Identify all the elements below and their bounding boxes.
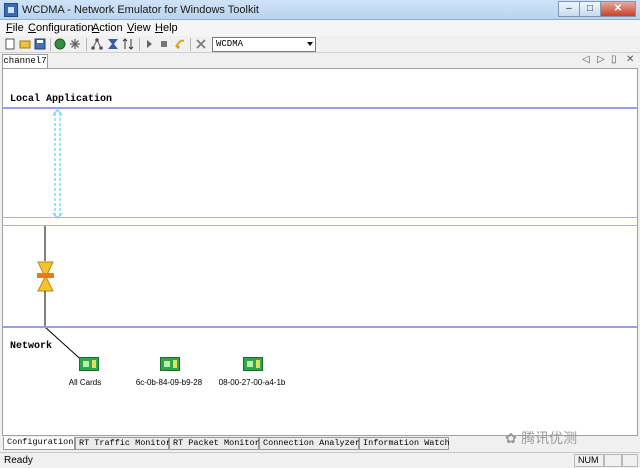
- tab-configuration[interactable]: Configuration: [3, 437, 75, 450]
- dropdown-value: WCDMA: [216, 39, 244, 49]
- close-icon[interactable]: [195, 38, 207, 50]
- open-icon[interactable]: [19, 38, 31, 50]
- menu-view[interactable]: View: [127, 22, 151, 34]
- network-card-icon[interactable]: [79, 357, 99, 371]
- save-icon[interactable]: [34, 38, 46, 50]
- play-icon[interactable]: [143, 38, 155, 50]
- tab-channel7[interactable]: channel7: [2, 54, 48, 68]
- network-icon[interactable]: [91, 38, 103, 50]
- tab-next-icon[interactable]: ▷: [597, 54, 605, 65]
- card-label-all: All Cards: [68, 378, 102, 387]
- toolbar: WCDMA: [0, 36, 640, 53]
- channel-type-dropdown[interactable]: WCDMA: [212, 37, 316, 52]
- sort-icon[interactable]: [122, 38, 134, 50]
- menu-help[interactable]: Help: [155, 22, 178, 34]
- menu-action[interactable]: Action: [92, 22, 123, 34]
- tab-connection-analyzer[interactable]: Connection Analyzer: [259, 437, 360, 450]
- network-line: [3, 326, 637, 328]
- tab-prev-icon[interactable]: ◁: [582, 54, 590, 65]
- arrow-up-icon: [52, 108, 63, 116]
- network-card-icon[interactable]: [160, 357, 180, 371]
- new-doc-icon[interactable]: ▯: [611, 54, 617, 65]
- network-card-icon[interactable]: [243, 357, 263, 371]
- watermark: ✿ 腾讯优测: [505, 431, 578, 447]
- tab-rt-packet-monitor[interactable]: RT Packet Monitor: [169, 437, 260, 450]
- window-controls: – □ ✕: [558, 1, 636, 18]
- menu-configuration[interactable]: Configuration: [28, 22, 93, 34]
- chevron-down-icon: [307, 42, 313, 46]
- settings-icon[interactable]: [69, 38, 81, 50]
- globe-icon[interactable]: [54, 38, 66, 50]
- wechat-icon: ✿: [505, 431, 517, 447]
- pause-icon[interactable]: [174, 38, 186, 50]
- emulator-band: [37, 273, 54, 278]
- status-cell-empty-2: [622, 454, 638, 467]
- title-bar: WCDMA - Network Emulator for Windows Too…: [0, 0, 640, 20]
- minimize-button[interactable]: –: [558, 1, 580, 17]
- window-title: WCDMA - Network Emulator for Windows Too…: [22, 4, 259, 16]
- maximize-button[interactable]: □: [579, 1, 601, 17]
- app-icon: [4, 3, 18, 17]
- new-icon[interactable]: [4, 38, 16, 50]
- menu-file[interactable]: File: [6, 22, 24, 34]
- topology-canvas: Local Application Network All Cards 6c-0…: [2, 68, 638, 436]
- card-label-1: 6c-0b-84-09-b9-28: [135, 378, 203, 387]
- menu-bar: File Configuration Action View Help: [0, 20, 640, 36]
- stop-icon[interactable]: [158, 38, 170, 50]
- card-label-2: 08-00-27-00-a4-1b: [218, 378, 286, 387]
- document-tab-bar: channel7 ◁ ▷ ▯ ✕: [0, 53, 640, 68]
- status-cell-empty-1: [604, 454, 622, 467]
- num-lock-indicator: NUM: [574, 454, 604, 467]
- divider-line-2: [3, 225, 637, 226]
- status-bar: Ready NUM: [0, 452, 640, 468]
- divider-line-1: [3, 217, 637, 218]
- network-label: Network: [10, 341, 53, 352]
- tab-rt-traffic-monitor[interactable]: RT Traffic Monitor: [75, 437, 171, 450]
- filter-icon[interactable]: [107, 38, 119, 50]
- close-button[interactable]: ✕: [600, 1, 636, 17]
- status-text: Ready: [4, 455, 33, 466]
- close-doc-icon[interactable]: ✕: [626, 54, 634, 65]
- tab-information-watch[interactable]: Information Watch: [359, 437, 450, 450]
